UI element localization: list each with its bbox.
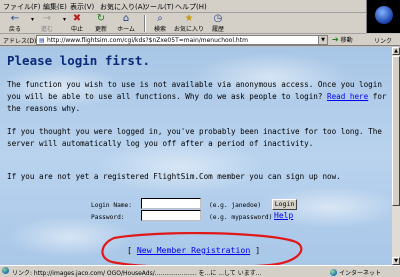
loading-globe-icon — [2, 267, 9, 274]
search-label: 検索 — [153, 26, 166, 33]
home-button[interactable]: ⌂ ホーム — [114, 13, 138, 34]
search-button[interactable]: ⌕ 検索 — [149, 13, 171, 34]
history-button[interactable]: ◷ 履歴 — [207, 13, 229, 34]
password-hint: (e.g. mypassword) — [209, 214, 273, 221]
read-here-link[interactable]: Read here — [327, 92, 368, 101]
page-icon: ▤ — [39, 37, 45, 44]
forward-arrow-icon: → — [42, 13, 52, 24]
address-label: アドレス(D) — [3, 38, 37, 45]
history-label: 履歴 — [211, 26, 224, 33]
menu-favorites[interactable]: お気に入り(A) — [100, 2, 145, 12]
login-button[interactable]: Login — [272, 199, 297, 210]
refresh-icon: ↻ — [96, 13, 106, 24]
inactive-paragraph: If you thought you were logged in, you'v… — [7, 127, 382, 148]
security-zone: インターネット — [330, 268, 381, 277]
bracket-open: [ — [127, 245, 132, 255]
status-text: リンク: http://images.jaco.com/ OGO/HouseAd… — [12, 270, 262, 277]
forward-button[interactable]: → 進む ▾ — [34, 13, 66, 34]
zone-label: インターネット — [339, 270, 382, 277]
menu-bar: ファイル(F) 編集(E) 表示(V) お気に入り(A) ツール(T) ヘルプ(… — [0, 0, 400, 13]
menu-tools[interactable]: ツール(T) — [143, 2, 174, 12]
menu-file[interactable]: ファイル(F) — [3, 2, 41, 12]
stop-button[interactable]: ✖ 中止 — [66, 13, 88, 34]
login-name-input[interactable] — [141, 198, 201, 209]
status-bar: リンク: http://images.jaco.com/ OGO/HouseAd… — [0, 265, 400, 277]
address-url[interactable]: http://www.flightsim.com/cgi/kds?$nZxe05… — [47, 37, 248, 44]
login-name-label: Login Name: — [91, 202, 132, 209]
help-link[interactable]: Help — [274, 211, 293, 220]
stop-label: 中止 — [70, 26, 83, 33]
toolbar: ← 戻る ▾ → 進む ▾ ✖ 中止 ↻ 更新 ⌂ ホーム ⌕ 検索 ★ お気に… — [0, 13, 366, 34]
internet-zone-icon — [330, 269, 337, 276]
intro-text: The function you wish to use is not avai… — [7, 80, 382, 101]
go-label: 移動 — [340, 37, 353, 44]
go-arrow-icon: ➔ — [332, 35, 339, 44]
links-button[interactable]: リンク — [374, 36, 392, 45]
windows-logo-icon — [375, 6, 393, 24]
password-input[interactable] — [141, 210, 201, 221]
toolbar-separator — [144, 15, 146, 32]
menu-edit[interactable]: 編集(E) — [43, 2, 67, 12]
stop-icon: ✖ — [72, 13, 82, 24]
intro-paragraph: The function you wish to use is not avai… — [7, 79, 389, 115]
home-icon: ⌂ — [122, 13, 130, 24]
back-arrow-icon: ← — [10, 13, 20, 24]
back-label: 戻る — [8, 26, 21, 33]
password-label: Password: — [91, 214, 125, 221]
scroll-up-icon[interactable]: ▲ — [392, 47, 400, 55]
refresh-button[interactable]: ↻ 更新 — [90, 13, 112, 34]
page-title: Please login first. — [7, 53, 150, 68]
favorites-button[interactable]: ★ お気に入り — [173, 13, 205, 34]
scroll-thumb[interactable] — [392, 56, 400, 206]
login-name-hint: (e.g. janedoe) — [209, 202, 262, 209]
search-icon: ⌕ — [157, 13, 163, 24]
favorites-icon: ★ — [184, 13, 194, 24]
new-member-registration-link[interactable]: New Member Registration — [137, 245, 250, 255]
favorites-label: お気に入り — [173, 26, 204, 33]
vertical-scrollbar[interactable]: ▲ ▼ — [392, 47, 400, 265]
scroll-down-icon[interactable]: ▼ — [392, 257, 400, 265]
go-button[interactable]: ➔ 移動 — [332, 35, 366, 45]
back-button[interactable]: ← 戻る ▾ — [2, 13, 34, 34]
menu-help[interactable]: ヘルプ(H) — [175, 2, 207, 12]
history-icon: ◷ — [213, 13, 223, 24]
address-dropdown-icon[interactable]: ▼ — [318, 36, 327, 44]
address-bar: アドレス(D) ▤ http://www.flightsim.com/cgi/k… — [0, 34, 400, 46]
registration-line: [ New Member Registration ] — [127, 245, 260, 255]
page-content: Please login first. The function you wis… — [0, 47, 392, 265]
menu-view[interactable]: 表示(V) — [70, 2, 94, 12]
forward-label: 進む — [40, 26, 53, 33]
address-input[interactable]: ▤ http://www.flightsim.com/cgi/kds?$nZxe… — [36, 35, 328, 45]
signup-paragraph: If you are not yet a registered FlightSi… — [7, 172, 341, 181]
home-label: ホーム — [117, 26, 135, 33]
browser-throbber — [366, 0, 400, 33]
bracket-close: ] — [255, 245, 261, 255]
refresh-label: 更新 — [94, 26, 107, 33]
